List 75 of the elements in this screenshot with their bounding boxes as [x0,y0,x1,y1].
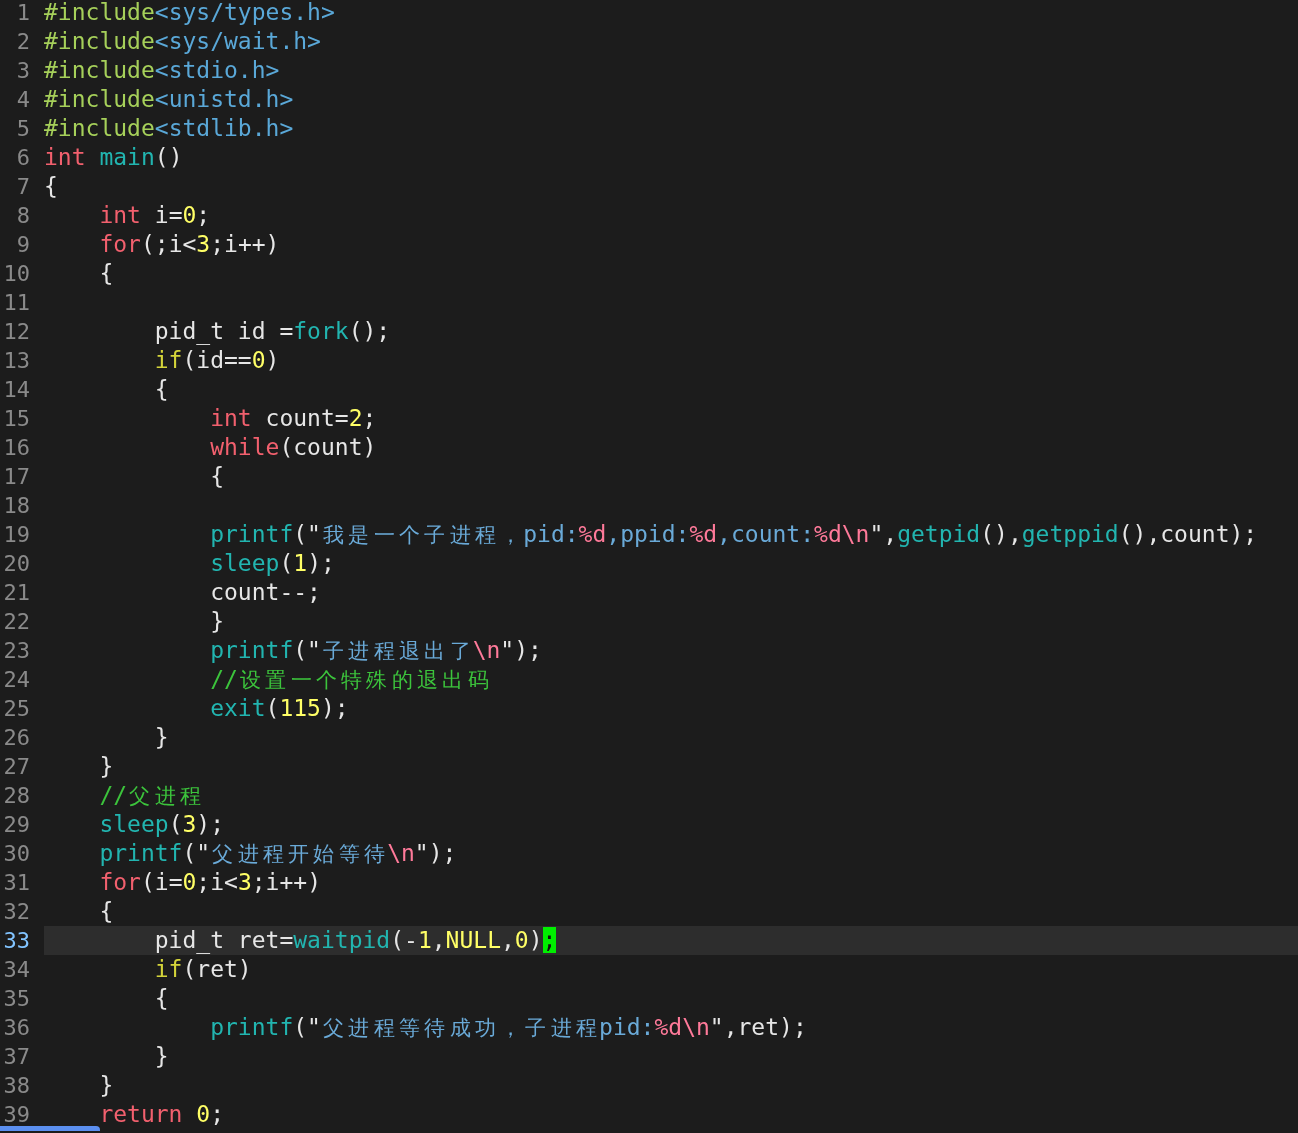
code-line: } [153,1042,170,1071]
line-number: 21 [2,579,31,607]
line-number: 15 [2,405,31,433]
code-line: { [153,375,170,404]
code-line: printf("父进程开始等待\n"); [98,839,458,868]
line-number: 6 [15,144,31,172]
code-line: count--; [209,578,322,607]
code-line: pid_t id =fork(); [153,317,392,346]
code-line: int count=2; [209,404,378,433]
code-line: } [153,723,170,752]
line-number: 17 [2,463,31,491]
line-number: 29 [2,811,31,839]
code-line: sleep(1); [209,549,336,578]
code-line: { [153,984,170,1013]
line-number: 1 [15,0,31,27]
line-number: 16 [2,434,31,462]
line-number: 23 [2,637,31,665]
line-number: 27 [2,753,31,781]
line-number: 28 [2,782,31,810]
line-number: 32 [2,898,31,926]
line-number: 10 [2,260,31,288]
line-number: 8 [15,202,31,230]
line-number: 36 [2,1014,31,1042]
line-number: 14 [2,376,31,404]
code-line: exit(115); [209,694,350,723]
code-line: int i=0; [98,201,212,230]
line-number: 26 [2,724,31,752]
code-line: { [98,259,115,288]
code-line: } [98,752,115,781]
line-number: 22 [2,608,31,636]
line-number: 34 [2,956,31,984]
code-line: return 0; [98,1100,226,1129]
line-number: 35 [2,985,31,1013]
code-line: //设置一个特殊的退出码 [209,665,490,694]
line-number: 24 [2,666,31,694]
code-line: #include<stdio.h> [44,56,281,85]
code-line: } [209,607,225,636]
line-number: 5 [15,115,31,143]
code-line: { [44,172,59,201]
line-number: 4 [15,86,31,114]
line-number: 12 [2,318,31,346]
line-number: 30 [2,840,31,868]
code-line: { [209,462,225,491]
code-line: int main() [44,143,184,172]
code-line: { [98,897,115,926]
code-line: #include<stdlib.h> [44,114,295,143]
line-number: 18 [2,492,31,520]
line-number: 39 [2,1101,31,1129]
line-number: 2 [15,28,31,56]
line-number: 38 [2,1072,31,1100]
line-number: 9 [15,231,31,259]
code-line: for(i=0;i<3;i++) [98,868,322,897]
code-line: printf("父进程等待成功，子进程pid:%d\n",ret); [209,1013,808,1042]
line-number: 31 [2,869,31,897]
line-number: 37 [2,1043,31,1071]
line-number: 7 [15,173,31,201]
code-line: #include<sys/types.h> [44,0,336,27]
line-number: 19 [2,521,31,549]
line-number: 33 [2,927,31,955]
line-number: 25 [2,695,31,723]
code-line: if(id==0) [153,346,281,375]
code-line: for(;i<3;i++) [98,230,281,259]
code-line: printf("子进程退出了\n"); [209,636,543,665]
code-line: printf("我是一个子进程，pid:%d,ppid:%d,count:%d\n",getpid(),getppid(),count); [209,520,1259,549]
line-number: 13 [2,347,31,375]
code-line: #include<unistd.h> [44,85,295,114]
code-line: if(ret) [153,955,253,984]
code-line: #include<sys/wait.h> [44,27,322,56]
code-line: while(count) [209,433,378,462]
code-line: } [98,1071,115,1100]
line-number: 11 [2,289,31,317]
code-line: sleep(3); [98,810,226,839]
line-number: 20 [2,550,31,578]
code-line: //父进程 [98,781,202,810]
line-number: 3 [15,57,31,85]
